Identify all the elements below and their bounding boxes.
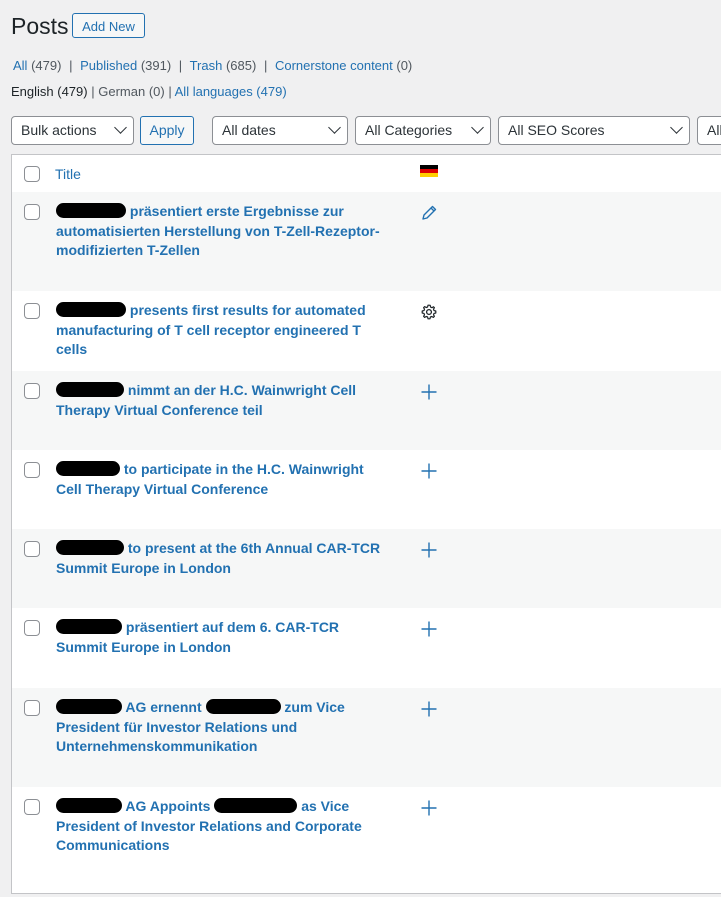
view-cornerstone-link[interactable]: Cornerstone content	[275, 58, 393, 73]
table-row: presents first results for automated man…	[12, 291, 721, 371]
plus-icon[interactable]	[420, 383, 438, 401]
posts-table: Title präsentiert erste Ergebnisse zur a…	[11, 154, 721, 894]
post-title-text: AG Appoints	[125, 798, 211, 814]
table-row: präsentiert auf dem 6. CAR-TCR Summit Eu…	[12, 608, 721, 688]
categories-select[interactable]: All Categories	[355, 116, 491, 145]
view-trash-count: (685)	[225, 58, 257, 73]
post-title-link[interactable]: präsentiert erste Ergebnisse zur automat…	[56, 202, 386, 261]
view-published-count: (391)	[140, 58, 172, 73]
flag-stripe-gold	[420, 173, 438, 177]
post-title-text: AG ernennt	[125, 699, 202, 715]
separator: |	[178, 58, 183, 73]
readability-value: All	[707, 122, 721, 138]
chevron-down-icon	[114, 121, 127, 134]
plus-icon[interactable]	[420, 700, 438, 718]
plus-icon[interactable]	[420, 462, 438, 480]
language-filters: English (479) | German (0) | All languag…	[11, 84, 287, 99]
bulk-actions-select[interactable]: Bulk actions	[11, 116, 134, 145]
redacted-text	[56, 301, 126, 317]
pencil-icon[interactable]	[420, 204, 438, 222]
row-checkbox[interactable]	[24, 303, 40, 319]
post-title-link[interactable]: AG Appoints as Vice President of Investo…	[56, 797, 386, 856]
separator: |	[91, 84, 95, 99]
post-title-link[interactable]: to present at the 6th Annual CAR-TCR Sum…	[56, 539, 386, 578]
table-row: nimmt an der H.C. Wainwright Cell Therap…	[12, 371, 721, 450]
table-row: AG ernennt zum Vice President für Invest…	[12, 688, 721, 787]
language-german: German (0)	[98, 84, 165, 99]
select-all-checkbox[interactable]	[24, 166, 40, 182]
categories-value: All Categories	[365, 122, 453, 138]
post-title-link[interactable]: presents first results for automated man…	[56, 301, 386, 360]
plus-icon[interactable]	[420, 541, 438, 559]
post-title-link[interactable]: AG ernennt zum Vice President für Invest…	[56, 698, 386, 757]
separator: |	[263, 58, 268, 73]
german-flag-icon	[420, 165, 438, 177]
redacted-text	[56, 202, 126, 218]
chevron-down-icon	[328, 121, 341, 134]
plus-icon[interactable]	[420, 620, 438, 638]
bulk-actions-value: Bulk actions	[21, 122, 97, 138]
chevron-down-icon	[670, 121, 683, 134]
row-checkbox[interactable]	[24, 204, 40, 220]
post-title-link[interactable]: präsentiert auf dem 6. CAR-TCR Summit Eu…	[56, 618, 386, 657]
post-title-link[interactable]: nimmt an der H.C. Wainwright Cell Therap…	[56, 381, 386, 420]
view-trash-link[interactable]: Trash	[190, 58, 223, 73]
seo-scores-value: All SEO Scores	[508, 122, 605, 138]
redacted-text	[56, 618, 122, 634]
post-title-link[interactable]: to participate in the H.C. Wainwright Ce…	[56, 460, 386, 499]
language-all-link[interactable]: All languages (479)	[175, 84, 287, 99]
table-row: to participate in the H.C. Wainwright Ce…	[12, 450, 721, 529]
apply-button[interactable]: Apply	[140, 116, 194, 145]
add-new-button[interactable]: Add New	[72, 13, 145, 38]
row-checkbox[interactable]	[24, 383, 40, 399]
readability-select[interactable]: All	[697, 116, 721, 145]
table-row: präsentiert erste Ergebnisse zur automat…	[12, 192, 721, 291]
table-row: to present at the 6th Annual CAR-TCR Sum…	[12, 529, 721, 608]
seo-scores-select[interactable]: All SEO Scores	[498, 116, 690, 145]
redacted-text	[214, 797, 298, 813]
separator: |	[69, 58, 73, 73]
page-title: Posts	[11, 13, 69, 39]
redacted-text	[56, 381, 124, 397]
redacted-text	[56, 698, 122, 714]
view-all-count: (479)	[31, 58, 62, 73]
view-cornerstone-count: (0)	[396, 58, 413, 73]
plus-icon[interactable]	[420, 799, 438, 817]
view-published-link[interactable]: Published	[80, 58, 137, 73]
gear-icon[interactable]	[420, 303, 438, 321]
chevron-down-icon	[471, 121, 484, 134]
row-checkbox[interactable]	[24, 462, 40, 478]
row-checkbox[interactable]	[24, 700, 40, 716]
dates-select[interactable]: All dates	[212, 116, 348, 145]
table-header: Title	[12, 155, 721, 193]
dates-value: All dates	[222, 122, 276, 138]
row-checkbox[interactable]	[24, 541, 40, 557]
language-english: English (479)	[11, 84, 88, 99]
separator: |	[168, 84, 172, 99]
row-checkbox[interactable]	[24, 620, 40, 636]
column-title-header[interactable]: Title	[55, 166, 81, 182]
row-checkbox[interactable]	[24, 799, 40, 815]
table-row: AG Appoints as Vice President of Investo…	[12, 787, 721, 897]
redacted-text	[56, 797, 122, 813]
redacted-text	[56, 539, 124, 555]
view-filters: All (479) | Published (391) | Trash (685…	[13, 58, 412, 73]
redacted-text	[205, 698, 281, 714]
redacted-text	[56, 460, 120, 476]
view-all-link[interactable]: All	[13, 58, 27, 73]
